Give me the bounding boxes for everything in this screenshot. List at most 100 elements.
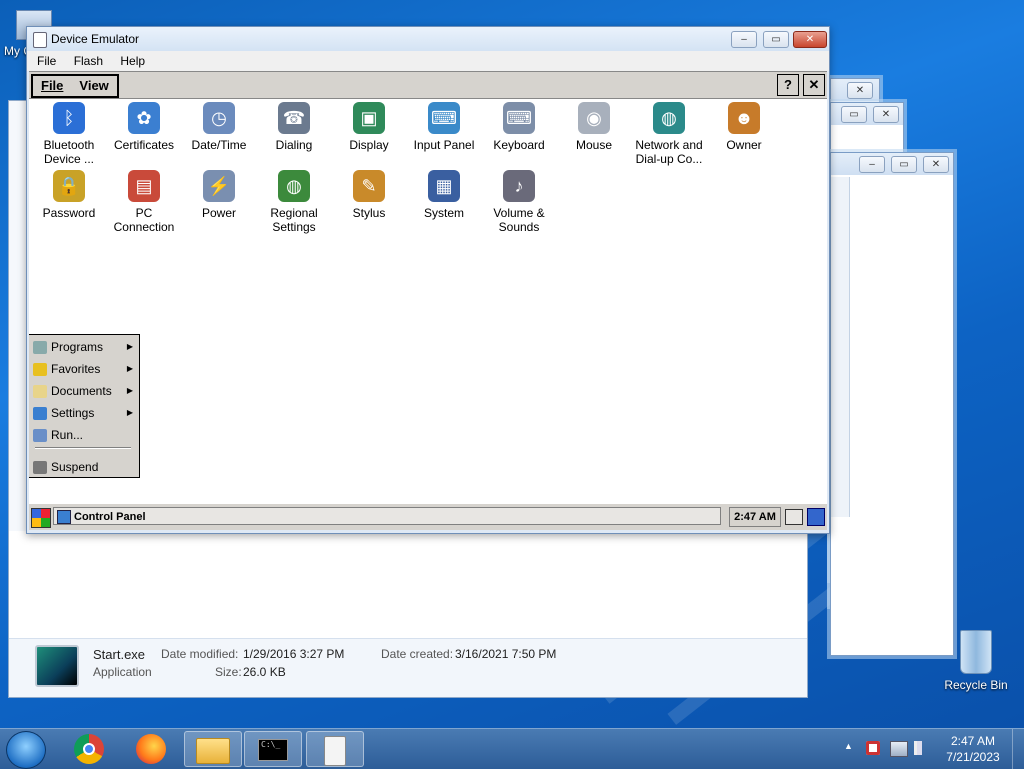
close-icon[interactable]: ✕ <box>873 106 899 123</box>
submenu-arrow-icon: ▶ <box>126 342 133 351</box>
star-icon <box>33 363 47 377</box>
menu-flash[interactable]: Flash <box>74 54 103 68</box>
start-menu-item-suspend[interactable]: Suspend <box>33 457 135 477</box>
maximize-button[interactable]: ▭ <box>763 31 789 48</box>
control-panel-item-label: Certificates <box>113 138 175 152</box>
submenu-arrow-icon: ▶ <box>126 364 133 373</box>
taskbar-control-panel-button[interactable]: Control Panel <box>53 507 721 525</box>
control-panel-item-system[interactable]: ▦ System <box>406 170 482 220</box>
control-panel-item-label: Dialing <box>275 138 313 152</box>
control-panel-item-globe[interactable]: ◍ Regional Settings <box>256 170 332 234</box>
recycle-bin-icon <box>960 630 992 674</box>
device-screen[interactable]: File View ? ✕ ᛒ Bluetooth Device ... ✿ Cert… <box>29 71 827 530</box>
background-window-3[interactable]: – ▭ ✕ <box>830 152 954 656</box>
cmd-taskbar-button[interactable]: C:\_ <box>244 731 302 767</box>
chrome-icon <box>74 734 104 764</box>
control-panel-item-phone[interactable]: ☎ Dialing <box>256 102 332 152</box>
show-desktop-button[interactable] <box>1012 729 1024 769</box>
control-panel-item-label: Password <box>42 206 96 220</box>
explorer-taskbar-button[interactable] <box>184 731 242 767</box>
lock-icon: 🔒 <box>53 170 85 202</box>
action-center-icon[interactable] <box>866 741 880 755</box>
emulator-app-icon <box>33 32 47 48</box>
emulator-device-icon <box>324 736 346 766</box>
start-button[interactable] <box>6 731 46 769</box>
control-panel-item-input-panel[interactable]: ⌨ Input Panel <box>406 102 482 152</box>
start-menu-item-programs[interactable]: Programs ▶ <box>33 337 135 357</box>
device-menu-view[interactable]: View <box>71 76 116 96</box>
device-clock[interactable]: 2:47 AM <box>729 507 781 527</box>
control-panel-item-keyboard[interactable]: ⌨ Keyboard <box>481 102 557 152</box>
control-panel-item-pc-connection[interactable]: ▤ PC Connection <box>106 170 182 234</box>
firefox-icon <box>136 734 166 764</box>
control-panel-item-label: Stylus <box>352 206 386 220</box>
control-panel-item-label: Display <box>349 138 389 152</box>
system-clock[interactable]: 2:47 AM 7/21/2023 <box>938 733 1008 765</box>
run-icon <box>33 429 47 443</box>
globe-icon: ◍ <box>278 170 310 202</box>
emulator-title: Device Emulator <box>51 32 140 46</box>
help-button[interactable]: ? <box>777 74 799 96</box>
control-panel-item-owner[interactable]: ☻ Owner <box>706 102 782 152</box>
control-panel-item-clock[interactable]: ◷ Date/Time <box>181 102 257 152</box>
control-panel-item-label: Keyboard <box>493 138 545 152</box>
control-panel-item-stylus[interactable]: ✎ Stylus <box>331 170 407 220</box>
control-panel-item-label: Network and Dial-up Co... <box>635 138 703 166</box>
start-menu-item-run[interactable]: Run... <box>33 425 135 445</box>
certificates-icon: ✿ <box>128 102 160 134</box>
cmd-icon: C:\_ <box>258 739 288 761</box>
size-value: 26.0 KB <box>243 665 286 679</box>
system-icon: ▦ <box>428 170 460 202</box>
start-menu-item-label: Suspend <box>51 460 99 474</box>
start-menu-item-star[interactable]: Favorites ▶ <box>33 359 135 379</box>
close-icon[interactable]: ✕ <box>847 82 873 99</box>
close-button[interactable]: ✕ <box>793 31 827 48</box>
chrome-taskbar-button[interactable] <box>60 731 118 767</box>
start-menu-item-documents[interactable]: Documents ▶ <box>33 381 135 401</box>
minimize-button[interactable]: – <box>731 31 757 48</box>
control-panel-item-lock[interactable]: 🔒 Password <box>31 170 107 220</box>
control-panel-item-label: Input Panel <box>413 138 475 152</box>
control-panel-item-label: Regional Settings <box>270 206 318 234</box>
inner-panel <box>831 177 850 517</box>
device-emulator-window[interactable]: Device Emulator – ▭ ✕ File Flash Help Fi… <box>26 26 830 534</box>
control-panel-item-speaker[interactable]: ♪ Volume & Sounds <box>481 170 557 234</box>
menu-file[interactable]: File <box>37 54 56 68</box>
control-panel-item-display[interactable]: ▣ Display <box>331 102 407 152</box>
control-panel-item-certificates[interactable]: ✿ Certificates <box>106 102 182 152</box>
input-panel-icon: ⌨ <box>428 102 460 134</box>
minimize-icon[interactable]: – <box>859 156 885 173</box>
desktop-switch-icon[interactable] <box>807 508 825 526</box>
start-menu-item-settings[interactable]: Settings ▶ <box>33 403 135 423</box>
control-panel-item-power[interactable]: ⚡ Power <box>181 170 257 220</box>
programs-icon <box>33 341 47 355</box>
phone-icon: ☎ <box>278 102 310 134</box>
device-close-button[interactable]: ✕ <box>803 74 825 96</box>
folder-icon <box>196 738 230 764</box>
file-type: Application <box>93 665 152 679</box>
speaker-icon: ♪ <box>503 170 535 202</box>
network-icon[interactable] <box>890 741 908 757</box>
start-flag-button[interactable] <box>31 508 51 528</box>
device-menu-file[interactable]: File <box>33 76 71 96</box>
keyboard-input-icon[interactable] <box>785 509 803 525</box>
start-menu-item-label: Settings <box>51 406 95 420</box>
restore-icon[interactable]: ▭ <box>891 156 917 173</box>
close-icon[interactable]: ✕ <box>923 156 949 173</box>
control-panel-item-mouse[interactable]: ◉ Mouse <box>556 102 632 152</box>
date-created-label: Date created: <box>381 647 454 661</box>
control-panel-item-bluetooth[interactable]: ᛒ Bluetooth Device ... <box>31 102 107 166</box>
menu-help[interactable]: Help <box>120 54 145 68</box>
volume-muted-icon[interactable] <box>914 741 930 755</box>
show-hidden-icons-button[interactable]: ▲ <box>844 741 853 751</box>
firefox-taskbar-button[interactable] <box>122 731 180 767</box>
emulator-title-bar[interactable]: Device Emulator – ▭ ✕ <box>27 27 829 51</box>
emulator-menu-bar: File Flash Help <box>27 51 829 71</box>
device-emulator-taskbar-button[interactable] <box>306 731 364 767</box>
clock-date: 7/21/2023 <box>946 750 1000 764</box>
restore-icon[interactable]: ▭ <box>841 106 867 123</box>
network-icon: ◍ <box>653 102 685 134</box>
keyboard-icon: ⌨ <box>503 102 535 134</box>
control-panel-item-network[interactable]: ◍ Network and Dial-up Co... <box>631 102 707 166</box>
details-pane: Start.exe Application Date modified: 1/2… <box>9 638 807 697</box>
